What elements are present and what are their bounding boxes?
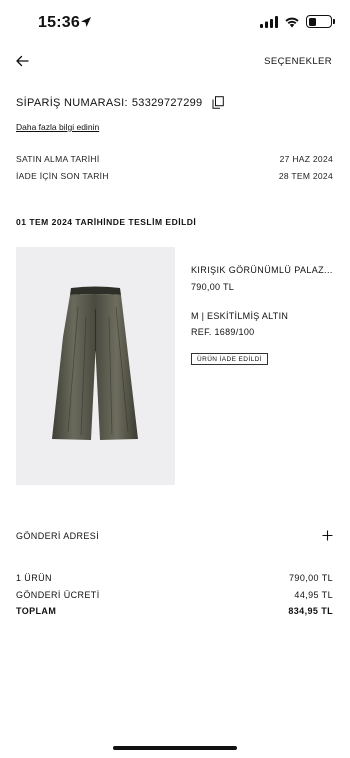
purchase-date-row: SATIN ALMA TARİHİ 27 HAZ 2024 bbox=[16, 154, 333, 164]
battery-level bbox=[308, 17, 316, 26]
header: SEÇENEKLER bbox=[0, 52, 350, 74]
wifi-icon bbox=[285, 17, 299, 27]
return-deadline-value: 28 TEM 2024 bbox=[278, 171, 333, 181]
shipping-address-label: GÖNDERİ ADRESİ bbox=[16, 530, 100, 541]
delivery-title: 01 TEM 2024 TARİHİNDE TESLİM EDİLDİ bbox=[16, 217, 197, 227]
battery-icon bbox=[306, 15, 335, 28]
options-button[interactable]: SEÇENEKLER bbox=[264, 56, 332, 67]
purchase-date-label: SATIN ALMA TARİHİ bbox=[16, 154, 100, 164]
copy-icon[interactable] bbox=[212, 96, 225, 109]
total-label: TOPLAM bbox=[16, 606, 57, 616]
signal-icon bbox=[260, 15, 278, 28]
status-time: 15:36 bbox=[38, 14, 80, 31]
items-value: 790,00 TL bbox=[289, 573, 333, 583]
palazzo-pants-image bbox=[52, 286, 138, 440]
product-variant: M | ESKİTİLMİŞ ALTIN bbox=[191, 311, 289, 321]
arrow-left-icon[interactable] bbox=[14, 52, 30, 70]
more-info-link[interactable]: Daha fazla bilgi edinin bbox=[16, 122, 99, 132]
product-ref: REF. 1689/100 bbox=[191, 327, 255, 337]
order-number-row: SİPARİŞ NUMARASI: 53329727299 bbox=[16, 96, 225, 109]
return-deadline-row: İADE İÇİN SON TARİH 28 TEM 2024 bbox=[16, 171, 333, 181]
home-indicator[interactable] bbox=[113, 746, 237, 750]
order-number-label: SİPARİŞ NUMARASI: bbox=[16, 96, 128, 109]
status-bar: 15:36 bbox=[0, 0, 350, 46]
shipping-fee-label: GÖNDERİ ÜCRETİ bbox=[16, 590, 100, 600]
purchase-date-value: 27 HAZ 2024 bbox=[279, 154, 333, 164]
status-icons bbox=[260, 15, 335, 28]
plus-icon[interactable] bbox=[322, 530, 333, 541]
total-value: 834,95 TL bbox=[288, 606, 333, 616]
order-number-value: 53329727299 bbox=[131, 96, 203, 109]
items-label: 1 ÜRÜN bbox=[16, 573, 52, 583]
returned-status-badge: ÜRÜN İADE EDİLDİ bbox=[191, 353, 268, 365]
total-row: TOPLAM 834,95 TL bbox=[16, 606, 333, 616]
product-price: 790,00 TL bbox=[191, 282, 235, 292]
items-row: 1 ÜRÜN 790,00 TL bbox=[16, 573, 333, 583]
product-name[interactable]: KIRIŞIK GÖRÜNÜMLÜ PALAZ... bbox=[191, 265, 336, 275]
return-deadline-label: İADE İÇİN SON TARİH bbox=[16, 171, 109, 181]
product-image[interactable] bbox=[16, 247, 175, 485]
shipping-address-row[interactable]: GÖNDERİ ADRESİ bbox=[16, 530, 333, 541]
shipping-fee-value: 44,95 TL bbox=[294, 590, 333, 600]
shipping-fee-row: GÖNDERİ ÜCRETİ 44,95 TL bbox=[16, 590, 333, 600]
location-arrow-icon bbox=[81, 17, 91, 27]
